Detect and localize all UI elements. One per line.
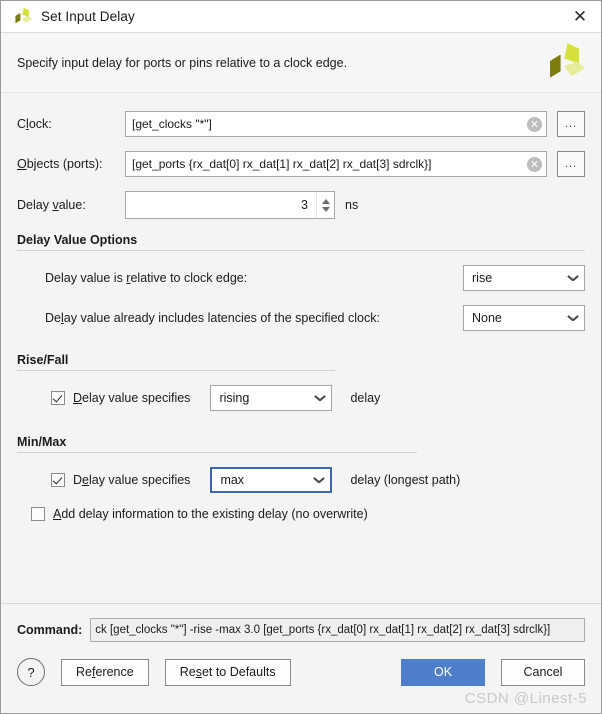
delay-value-unit: ns [345, 198, 359, 212]
objects-input[interactable]: [get_ports {rx_dat[0] rx_dat[1] rx_dat[2… [125, 151, 547, 177]
latencies-row: Delay value already includes latencies o… [17, 305, 585, 331]
objects-label: Objects (ports): [17, 157, 103, 171]
min-max-label: Delay value specifies [73, 473, 191, 487]
help-button[interactable]: ? [17, 658, 45, 686]
clear-icon[interactable]: ✕ [527, 156, 542, 172]
chevron-down-icon [315, 395, 325, 401]
rise-fall-suffix: delay [350, 391, 381, 405]
reset-to-defaults-button[interactable]: Re s et to Defaults [164, 658, 291, 686]
min-max-group: Min/Max Delay value specifies max delay … [17, 435, 585, 521]
relative-edge-row: Delay value is relative to clock edge: r… [17, 265, 585, 291]
dialog-body: Clock: [get_clocks "*"] ✕ ... Objects (p… [1, 93, 601, 604]
command-field[interactable]: ck [get_clocks "*"] -rise -max 3.0 [get_… [90, 618, 585, 642]
add-delay-label: Add delay information to the existing de… [53, 507, 368, 521]
rise-fall-title: Rise/Fall [17, 353, 69, 367]
clock-row: Clock: [get_clocks "*"] ✕ ... [17, 111, 585, 137]
delay-value-label: Delay value: [17, 198, 86, 212]
min-max-suffix: delay (longest path) [350, 473, 461, 487]
relative-edge-select[interactable]: rise [463, 265, 585, 291]
relative-edge-label: Delay value is relative to clock edge: [45, 271, 248, 285]
rise-fall-select[interactable]: rising [210, 385, 333, 411]
vivado-logo-icon [545, 43, 587, 83]
set-input-delay-dialog: Set Input Delay ✕ Specify input delay fo… [0, 0, 602, 714]
button-row: ? Re f erence Re s et to Defaults OK Cancel [17, 658, 585, 686]
relative-edge-value: rise [472, 271, 493, 285]
min-max-title: Min/Max [17, 435, 67, 449]
clock-input-value: [get_clocks "*"] [132, 117, 212, 131]
add-delay-checkbox[interactable] [31, 507, 45, 521]
clock-browse-button[interactable]: ... [557, 111, 585, 137]
cancel-button[interactable]: Cancel [501, 658, 585, 686]
rise-fall-checkbox[interactable] [51, 391, 65, 405]
stepper-arrows[interactable] [316, 192, 334, 218]
stepper-up-icon[interactable] [321, 198, 330, 204]
delay-value-options-title: Delay Value Options [17, 233, 138, 247]
delay-value-stepper[interactable]: 3 [125, 191, 335, 219]
watermark: CSDN @Linest-5 [464, 690, 587, 707]
ok-button[interactable]: OK [401, 658, 485, 686]
stepper-down-icon[interactable] [321, 206, 330, 212]
min-max-value: max [220, 473, 245, 487]
rise-fall-row: Delay value specifies rising delay [17, 385, 585, 411]
section-divider [17, 370, 335, 371]
section-divider [17, 250, 585, 251]
objects-row: Objects (ports): [get_ports {rx_dat[0] r… [17, 151, 585, 177]
command-value: ck [get_clocks "*"] -rise -max 3.0 [get_… [95, 624, 551, 636]
min-max-row: Delay value specifies max delay (longest… [17, 467, 585, 493]
rise-fall-label: Delay value specifies [73, 391, 191, 405]
dialog-description: Specify input delay for ports or pins re… [17, 55, 348, 70]
title-bar: Set Input Delay ✕ [1, 1, 601, 33]
clear-icon[interactable]: ✕ [527, 116, 542, 132]
add-delay-row: Add delay information to the existing de… [17, 507, 585, 521]
objects-input-value: [get_ports {rx_dat[0] rx_dat[1] rx_dat[2… [132, 157, 432, 171]
dialog-header: Specify input delay for ports or pins re… [1, 33, 601, 93]
latencies-label: Delay value already includes latencies o… [45, 311, 380, 325]
chevron-down-icon [314, 477, 324, 483]
delay-value-row: Delay value: 3 ns [17, 191, 585, 219]
section-divider [17, 452, 417, 453]
delay-value-options-group: Delay Value Options Delay value is relat… [17, 233, 585, 331]
close-icon[interactable]: ✕ [563, 2, 597, 32]
rise-fall-value: rising [219, 391, 250, 405]
reference-button[interactable]: Re f erence [61, 658, 149, 686]
clock-label: Clock: [17, 117, 52, 131]
dialog-footer: Command: ck [get_clocks "*"] -rise -max … [1, 603, 601, 713]
delay-value-input[interactable]: 3 [126, 198, 316, 212]
latencies-value: None [472, 311, 502, 325]
latencies-select[interactable]: None [463, 305, 585, 331]
clock-input[interactable]: [get_clocks "*"] ✕ [125, 111, 547, 137]
min-max-checkbox[interactable] [51, 473, 65, 487]
command-row: Command: ck [get_clocks "*"] -rise -max … [17, 618, 585, 642]
window-title: Set Input Delay [41, 9, 135, 24]
rise-fall-group: Rise/Fall Delay value specifies rising d… [17, 353, 585, 411]
command-label: Command: [17, 623, 83, 637]
min-max-select[interactable]: max [210, 467, 333, 493]
chevron-down-icon [568, 315, 578, 321]
chevron-down-icon [568, 275, 578, 281]
objects-browse-button[interactable]: ... [557, 151, 585, 177]
vivado-logo-icon [13, 7, 33, 26]
